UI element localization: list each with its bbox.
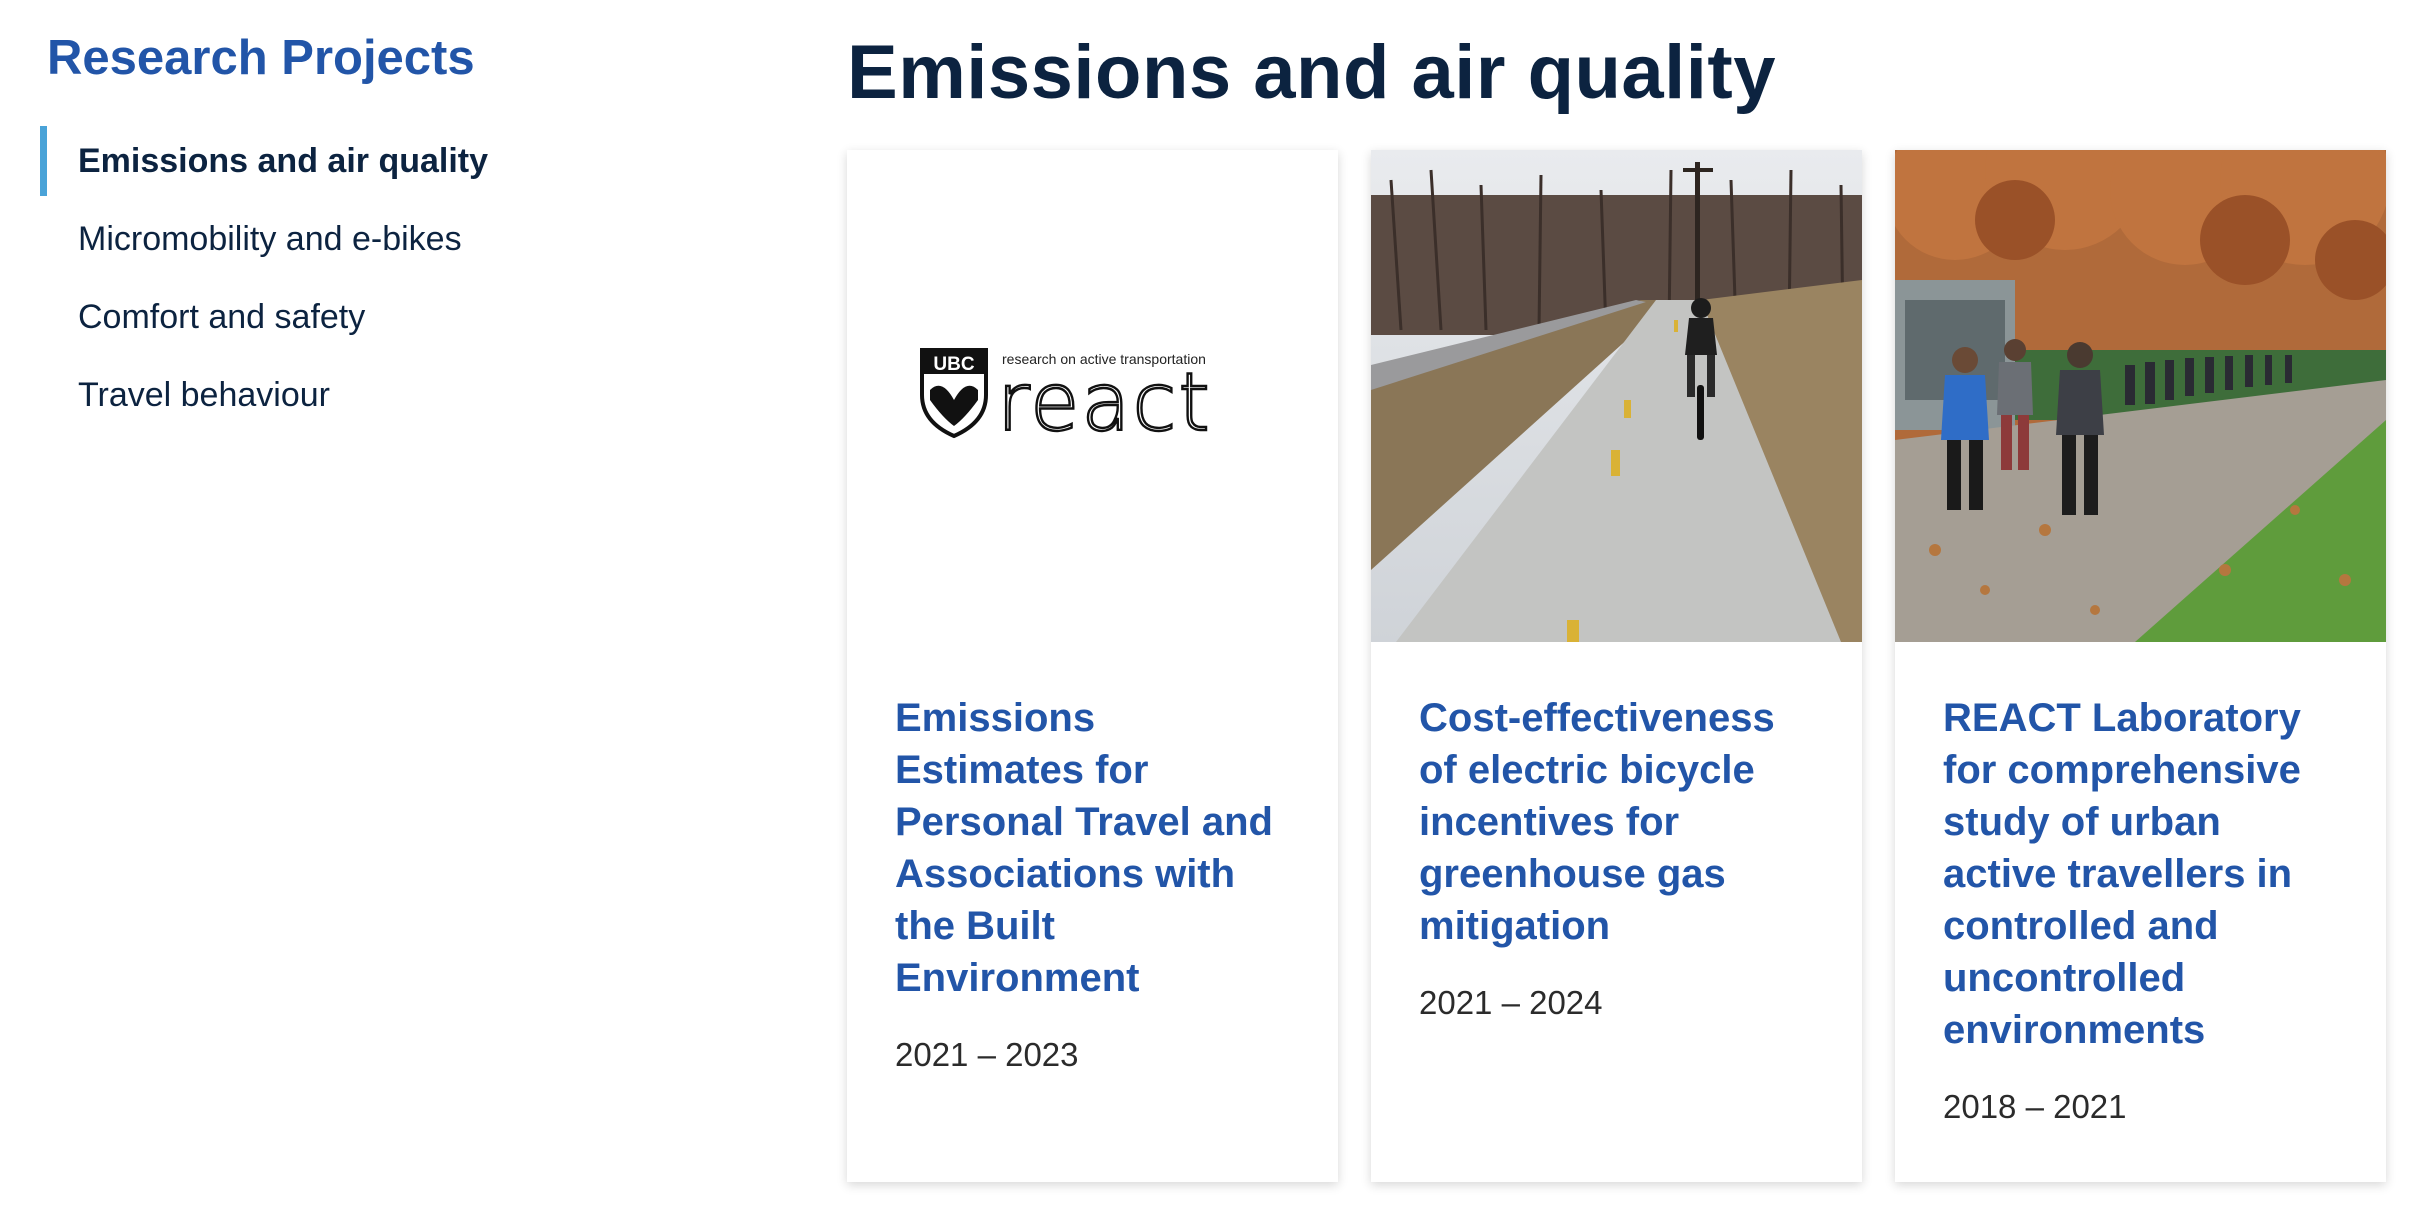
project-cards: UBC research on active transportation re… — [847, 150, 2386, 1182]
page-title: Emissions and air quality — [847, 30, 1776, 115]
card-title[interactable]: Emissions Estimates for Personal Travel … — [895, 692, 1290, 1004]
svg-text:UBC: UBC — [933, 354, 974, 375]
sidebar-item-emissions-air-quality[interactable]: Emissions and air quality — [40, 126, 740, 196]
project-card[interactable]: REACT Laboratory for comprehensive study… — [1895, 150, 2386, 1182]
card-dates: 2021 – 2023 — [895, 1036, 1079, 1073]
svg-text:react: react — [997, 356, 1212, 449]
sidebar-item-micromobility-e-bikes[interactable]: Micromobility and e-bikes — [40, 204, 740, 274]
sidebar-item-travel-behaviour[interactable]: Travel behaviour — [40, 360, 740, 430]
card-dates: 2021 – 2024 — [1419, 984, 1603, 1021]
project-card[interactable]: Cost-effectiveness of electric bicycle i… — [1371, 150, 1862, 1182]
sidebar-nav: Emissions and air quality Micromobility … — [40, 126, 740, 430]
sidebar: Research Projects Emissions and air qual… — [40, 28, 740, 438]
ubc-crest-icon: UBC — [920, 348, 988, 439]
ubc-react-logo: UBC research on active transportation re… — [847, 150, 1338, 642]
card-photo-cyclist-path — [1371, 150, 1862, 642]
card-title[interactable]: Cost-effectiveness of electric bicycle i… — [1419, 692, 1814, 952]
project-card[interactable]: UBC research on active transportation re… — [847, 150, 1338, 1182]
card-dates: 2018 – 2021 — [1943, 1088, 2127, 1125]
sidebar-title: Research Projects — [47, 31, 475, 85]
card-photo-campus-walkers — [1895, 150, 2386, 642]
main-content: Emissions and air quality UBC research o… — [847, 28, 2387, 1182]
card-title[interactable]: REACT Laboratory for comprehensive study… — [1943, 692, 2338, 1056]
card-logo-image: UBC research on active transportation re… — [847, 150, 1338, 642]
sidebar-item-comfort-safety[interactable]: Comfort and safety — [40, 282, 740, 352]
